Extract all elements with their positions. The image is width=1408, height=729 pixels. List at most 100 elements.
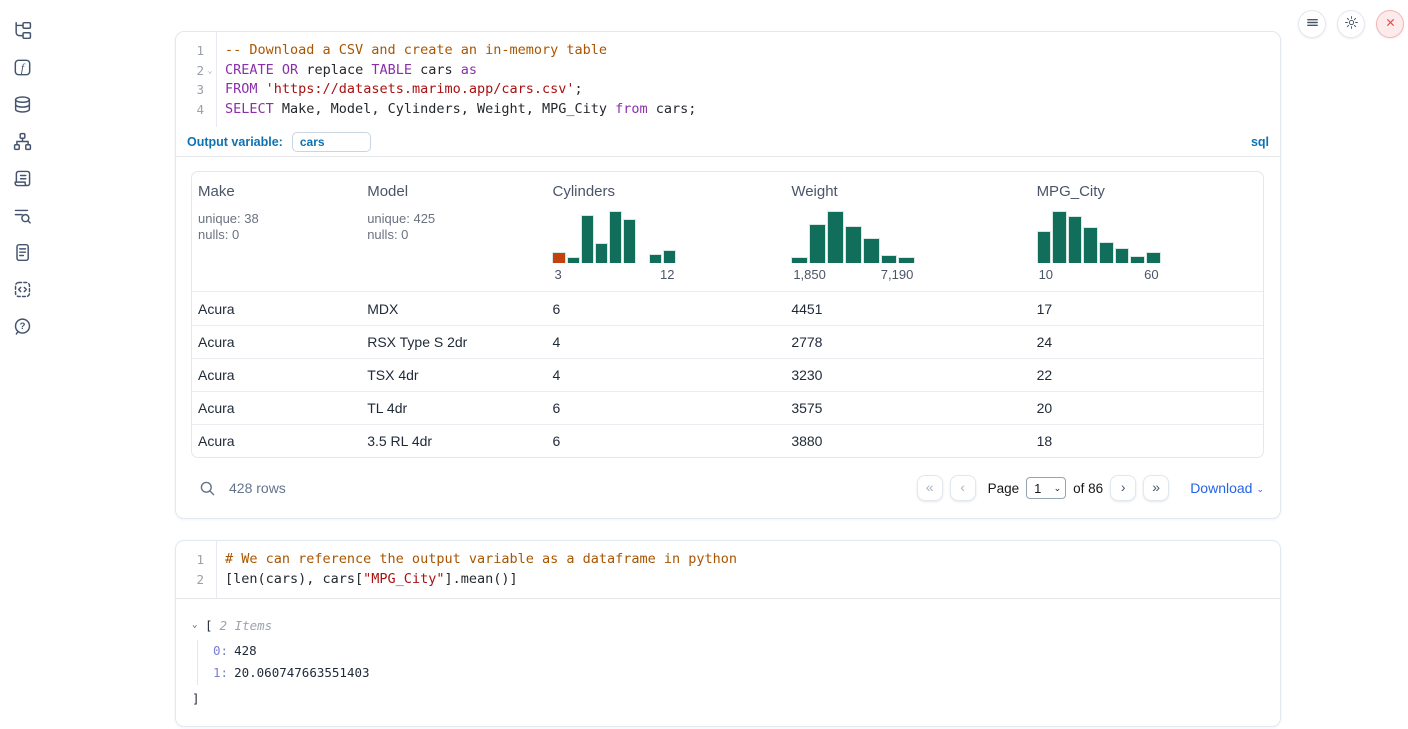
functions-icon: f <box>13 58 32 80</box>
output-variable-input[interactable] <box>292 132 371 152</box>
histogram-bar <box>898 257 915 263</box>
histogram-bar <box>827 211 844 263</box>
line-gutter: 4 <box>176 100 216 120</box>
language-badge: sql <box>1251 135 1269 149</box>
sidebar-item-help[interactable]: ? <box>10 318 34 338</box>
column-name: Cylinders <box>552 183 785 200</box>
next-page-button[interactable]: › <box>1110 475 1136 501</box>
collapse-toggle-icon[interactable]: ⌄ <box>192 620 205 630</box>
histogram-bar <box>649 254 662 264</box>
histogram-bar <box>881 255 898 263</box>
axis-min-label: 10 <box>1039 267 1053 282</box>
chevron-down-icon: ⌄ <box>1054 484 1062 493</box>
gutter-divider <box>216 32 217 127</box>
search-icon <box>199 480 216 497</box>
pagination: « ‹ Page 1 ⌄ of 86 › » Download ⌄ <box>917 475 1264 501</box>
histogram-bar <box>567 257 580 264</box>
table-cell: 17 <box>1031 301 1263 317</box>
histogram-bar <box>1052 211 1067 263</box>
histogram-axis: 1060 <box>1037 267 1161 282</box>
line-gutter: 2⌄ <box>176 61 216 81</box>
fold-spacer <box>204 100 216 120</box>
last-page-button[interactable]: » <box>1143 475 1169 501</box>
svg-text:?: ? <box>19 321 25 332</box>
tree-entry-value: 428 <box>234 643 257 658</box>
table-cell: 6 <box>546 433 785 449</box>
file-tree-icon <box>13 21 32 43</box>
histogram-bar <box>663 250 676 264</box>
tree-entry-key: 0: <box>213 643 228 658</box>
scratchpad-icon <box>13 169 32 191</box>
table-cell: 3880 <box>785 433 1030 449</box>
prev-page-button[interactable]: ‹ <box>950 475 976 501</box>
line-gutter: 1 <box>176 41 216 61</box>
column-nulls-stat: nulls: 0 <box>198 227 361 243</box>
code-line: 2[len(cars), cars["MPG_City"].mean()] <box>176 570 1280 590</box>
column-unique-stat: unique: 38 <box>198 211 361 227</box>
sql-editor[interactable]: 1-- Download a CSV and create an in-memo… <box>176 32 1280 127</box>
table-cell: Acura <box>192 400 361 416</box>
settings-icon <box>1344 15 1359 33</box>
menu-icon <box>1305 15 1320 33</box>
column-header-model[interactable]: Modelunique: 425nulls: 0 <box>361 183 546 282</box>
first-page-button[interactable]: « <box>917 475 943 501</box>
line-number: 2 <box>196 570 204 590</box>
column-header-mpg_city[interactable]: MPG_City 1060 <box>1031 183 1263 282</box>
sidebar-item-logs[interactable] <box>10 207 34 227</box>
sidebar-item-dependency-graph[interactable] <box>10 133 34 153</box>
column-header-weight[interactable]: Weight1,8507,190 <box>785 183 1030 282</box>
table-row: AcuraRSX Type S 2dr4277824 <box>192 325 1263 358</box>
search-button[interactable] <box>199 480 216 497</box>
python-editor[interactable]: 1# We can reference the output variable … <box>176 541 1280 598</box>
items-count-label: 2 Items <box>220 618 273 633</box>
download-button[interactable]: Download ⌄ <box>1190 480 1264 496</box>
fold-toggle-icon[interactable]: ⌄ <box>204 61 216 81</box>
table-row: Acura3.5 RL 4dr6388018 <box>192 424 1263 457</box>
table-cell: Acura <box>192 334 361 350</box>
histogram-bar <box>809 224 826 263</box>
column-name: Model <box>367 183 546 200</box>
fold-spacer <box>204 41 216 61</box>
histogram-bar <box>845 226 862 263</box>
table-cell: 18 <box>1031 433 1263 449</box>
tree-entry-value: 20.060747663551403 <box>234 665 369 680</box>
page-select[interactable]: 1 ⌄ <box>1026 477 1066 499</box>
line-gutter: 1 <box>176 550 216 570</box>
table-cell: 20 <box>1031 400 1263 416</box>
sidebar-item-documentation[interactable] <box>10 244 34 264</box>
table-cell: 3.5 RL 4dr <box>361 433 546 449</box>
column-name: MPG_City <box>1037 183 1263 200</box>
sidebar-item-file-tree[interactable] <box>10 22 34 42</box>
sidebar-item-functions[interactable]: f <box>10 59 34 79</box>
histogram-bar <box>1083 227 1098 263</box>
sidebar-item-scratchpad[interactable] <box>10 170 34 190</box>
menu-button[interactable] <box>1298 10 1326 38</box>
table-cell: 4451 <box>785 301 1030 317</box>
histogram-bar <box>863 238 880 263</box>
output-variable-bar: Output variable: sql <box>176 127 1280 157</box>
axis-max-label: 7,190 <box>881 267 914 282</box>
code-line: 1-- Download a CSV and create an in-memo… <box>176 41 1280 61</box>
documentation-icon <box>13 243 32 265</box>
histogram-bar <box>581 215 594 263</box>
sidebar-item-database[interactable] <box>10 96 34 116</box>
column-header-make[interactable]: Makeunique: 38nulls: 0 <box>192 183 361 282</box>
column-name: Weight <box>791 183 1030 200</box>
histogram-bar <box>1115 248 1130 264</box>
table-cell: 3575 <box>785 400 1030 416</box>
settings-button[interactable] <box>1337 10 1365 38</box>
histogram-weight <box>791 211 915 263</box>
line-gutter: 2 <box>176 570 216 590</box>
column-header-cylinders[interactable]: Cylinders312 <box>546 183 785 282</box>
histogram-bar <box>595 243 608 263</box>
sidebar-item-snippets[interactable] <box>10 281 34 301</box>
code-line: 2⌄CREATE OR replace TABLE cars as <box>176 61 1280 81</box>
open-bracket: [ <box>205 618 213 633</box>
histogram-bar <box>1037 231 1052 263</box>
histogram-mpg_city <box>1037 211 1161 263</box>
axis-max-label: 12 <box>660 267 674 282</box>
table-cell: 6 <box>546 400 785 416</box>
table-cell: Acura <box>192 301 361 317</box>
tree-entry: 1:20.060747663551403 <box>213 662 1264 685</box>
shutdown-button[interactable] <box>1376 10 1404 38</box>
